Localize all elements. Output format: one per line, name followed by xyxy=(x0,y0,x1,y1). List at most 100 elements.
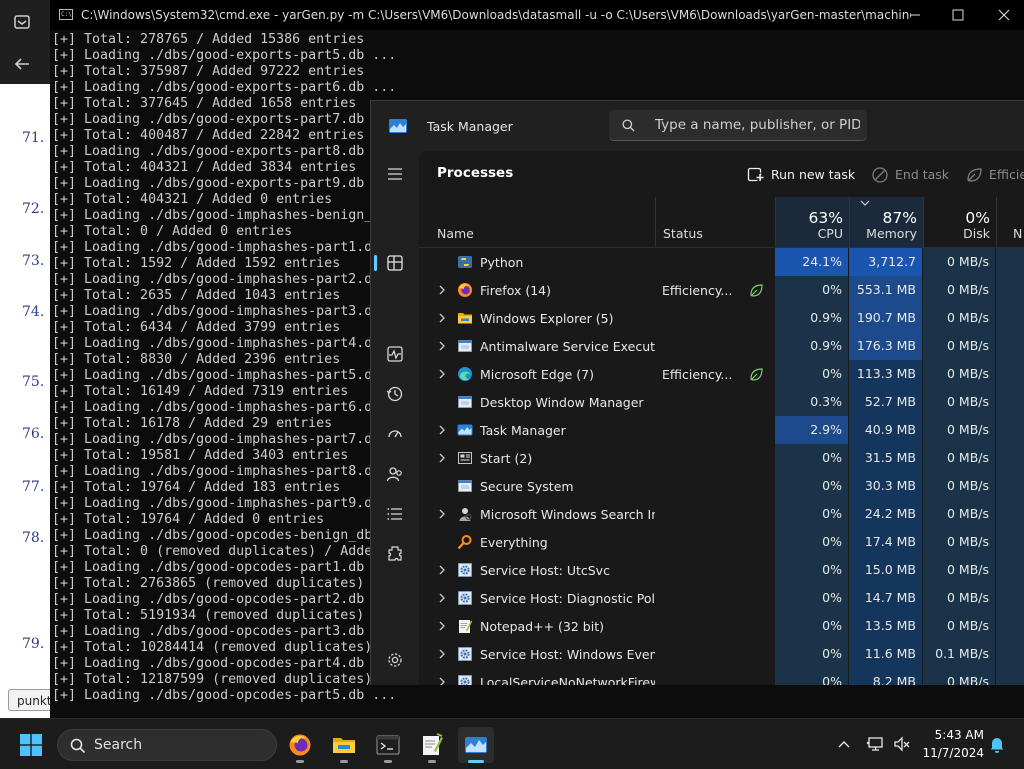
process-row[interactable]: Microsoft Edge (7) Efficiency... 0% 113.3 M… xyxy=(419,360,1024,388)
process-network xyxy=(996,416,1024,444)
tray-overflow-chevron-icon[interactable] xyxy=(836,736,852,752)
process-memory: 17.4 MB xyxy=(849,528,922,556)
cmd-output-line: [+] Total: 375987 / Added 97222 entries xyxy=(52,64,365,79)
search-indexer-icon xyxy=(457,506,473,522)
process-memory: 113.3 MB xyxy=(849,360,922,388)
minimize-icon[interactable] xyxy=(905,6,925,24)
nav-details-icon[interactable] xyxy=(381,500,409,528)
task-manager-window[interactable]: Task Manager Type a name, publisher, or … xyxy=(370,100,1024,685)
edge-icon xyxy=(457,366,473,382)
taskbar-file-explorer-icon[interactable] xyxy=(326,727,362,763)
nav-services-icon[interactable] xyxy=(381,540,409,568)
column-header-status[interactable]: Status xyxy=(655,197,774,247)
column-header-network[interactable]: N xyxy=(996,197,1024,247)
task-manager-titlebar[interactable]: Task Manager xyxy=(371,101,1024,151)
process-row[interactable]: Desktop Window Manager 0.3% 52.7 MB 0 MB/s xyxy=(419,388,1024,416)
taskbar-task-manager-icon[interactable] xyxy=(458,727,494,763)
process-disk: 0 MB/s xyxy=(923,416,995,444)
maximize-icon[interactable] xyxy=(948,6,968,24)
back-arrow-icon[interactable] xyxy=(10,52,34,76)
process-status: Efficiency... xyxy=(662,283,732,298)
run-new-task-button[interactable]: Run new task xyxy=(747,165,855,185)
process-disk: 0 MB/s xyxy=(923,332,995,360)
taskbar-firefox-icon[interactable] xyxy=(282,727,318,763)
process-row[interactable]: LocalServiceNoNetworkFirewa... 0%8.2 MB0 … xyxy=(419,668,1024,685)
efficiency-mode-button[interactable]: Efficien xyxy=(965,165,1024,185)
volume-muted-icon[interactable] xyxy=(893,735,911,753)
process-row[interactable]: Everything 0% 17.4 MB 0 MB/s xyxy=(419,528,1024,556)
nav-app-history-icon[interactable] xyxy=(381,380,409,408)
notification-bell-icon[interactable] xyxy=(988,735,1006,753)
expand-chevron-icon[interactable] xyxy=(437,647,447,661)
cmd-window-title: C:\Windows\System32\cmd.exe - yarGen.py … xyxy=(81,8,911,22)
cmd-output-line: [+] Loading ./dbs/good-exports-part5.db … xyxy=(52,48,397,63)
column-header-disk[interactable]: 0% Disk xyxy=(923,197,996,247)
process-network xyxy=(996,556,1024,584)
column-header-cpu[interactable]: 63% CPU xyxy=(775,197,849,247)
nav-selected-indicator xyxy=(374,255,377,271)
tab-actions-icon[interactable] xyxy=(10,10,34,34)
expand-chevron-icon[interactable] xyxy=(437,423,447,437)
process-disk: 0 MB/s xyxy=(923,556,995,584)
expand-chevron-icon[interactable] xyxy=(437,367,447,381)
expand-chevron-icon[interactable] xyxy=(437,507,447,521)
expand-chevron-icon[interactable] xyxy=(437,675,447,685)
process-row[interactable]: Microsoft Windows Search In... 0% 24.2 MB 0… xyxy=(419,500,1024,528)
process-row[interactable]: Antimalware Service Executable 0.9%176.3 … xyxy=(419,332,1024,360)
process-row[interactable]: Start (2) 0% 31.5 MB 0 MB/s xyxy=(419,444,1024,472)
process-network xyxy=(996,444,1024,472)
process-row[interactable]: Service Host: UtcSvc 0% 15.0 MB 0 MB/s xyxy=(419,556,1024,584)
process-row[interactable]: Notepad++ (32 bit) 0% 13.5 MB 0 MB/s xyxy=(419,612,1024,640)
expand-chevron-icon[interactable] xyxy=(437,283,447,297)
process-cpu: 0% xyxy=(775,612,848,640)
taskbar-notepadpp-icon[interactable] xyxy=(414,727,450,763)
windows-start-icon[interactable] xyxy=(20,734,42,756)
process-search-input[interactable] xyxy=(655,116,860,134)
cmd-titlebar[interactable]: C:\ C:\Windows\System32\cmd.exe - yarGen… xyxy=(50,0,1024,30)
nav-performance-icon[interactable] xyxy=(381,340,409,368)
end-task-button[interactable]: End task xyxy=(871,165,951,185)
nav-processes-icon[interactable] xyxy=(381,249,409,277)
process-row[interactable]: Firefox (14) Efficiency... 0% 553.1 MB 0 MB/… xyxy=(419,276,1024,304)
nav-users-icon[interactable] xyxy=(381,460,409,488)
taskbar-search-label: Search xyxy=(94,737,143,753)
settings-gear-icon[interactable] xyxy=(381,646,409,674)
process-search-box[interactable] xyxy=(609,110,867,141)
taskbar-terminal-icon[interactable] xyxy=(370,727,406,763)
expand-chevron-icon[interactable] xyxy=(437,339,447,353)
browser-tab-punkt[interactable]: punkt xyxy=(8,689,56,711)
process-row[interactable]: Windows Explorer (5) 0.9% 190.7 MB 0 MB/s xyxy=(419,304,1024,332)
process-row[interactable]: Task Manager 2.9% 40.9 MB 0 MB/s xyxy=(419,416,1024,444)
code-line-number: 74. xyxy=(22,304,45,320)
close-icon[interactable] xyxy=(994,6,1014,24)
clock-date[interactable]: 11/7/2024 xyxy=(920,746,984,760)
process-row[interactable]: Python 24.1%3,712.7 MB0 MB/s xyxy=(419,248,1024,297)
process-name: Service Host: UtcSvc xyxy=(480,563,610,578)
processes-toolbar: Processes Run new task End task Efficien xyxy=(419,151,1024,197)
process-row[interactable]: Secure System 0% 30.3 MB 0 MB/s xyxy=(419,472,1024,500)
expand-chevron-icon[interactable] xyxy=(437,591,447,605)
column-header-name[interactable]: Name xyxy=(437,197,652,247)
clock-time[interactable]: 5:43 AM xyxy=(926,728,984,742)
process-row[interactable]: Service Host: Windows Event ... 0%11.6 MB… xyxy=(419,640,1024,668)
taskbar-search-box[interactable]: Search xyxy=(57,729,277,761)
process-list: Python24.1%3,712.7 MB0 MB/sFirefox (14)E… xyxy=(419,248,1024,685)
process-network xyxy=(996,528,1024,556)
expand-chevron-icon[interactable] xyxy=(437,451,447,465)
active-indicator xyxy=(468,760,484,763)
search-icon xyxy=(70,738,86,754)
expand-chevron-icon[interactable] xyxy=(437,563,447,577)
expand-chevron-icon[interactable] xyxy=(437,619,447,633)
process-cpu: 0.3% xyxy=(775,388,848,416)
process-memory: 8.2 MB xyxy=(849,668,922,685)
process-network xyxy=(996,640,1024,668)
nav-startup-apps-icon[interactable] xyxy=(381,420,409,448)
expand-chevron-icon[interactable] xyxy=(437,311,447,325)
hamburger-menu-icon[interactable] xyxy=(381,160,409,188)
column-header-memory[interactable]: 87% Memory xyxy=(849,197,923,247)
process-row[interactable]: Service Host: Diagnostic Polic... 0%14.7 … xyxy=(419,584,1024,612)
network-icon[interactable] xyxy=(866,735,884,753)
end-task-label: End task xyxy=(895,167,950,182)
process-name: Microsoft Windows Search In... xyxy=(480,507,655,522)
process-cpu: 0% xyxy=(775,444,848,472)
